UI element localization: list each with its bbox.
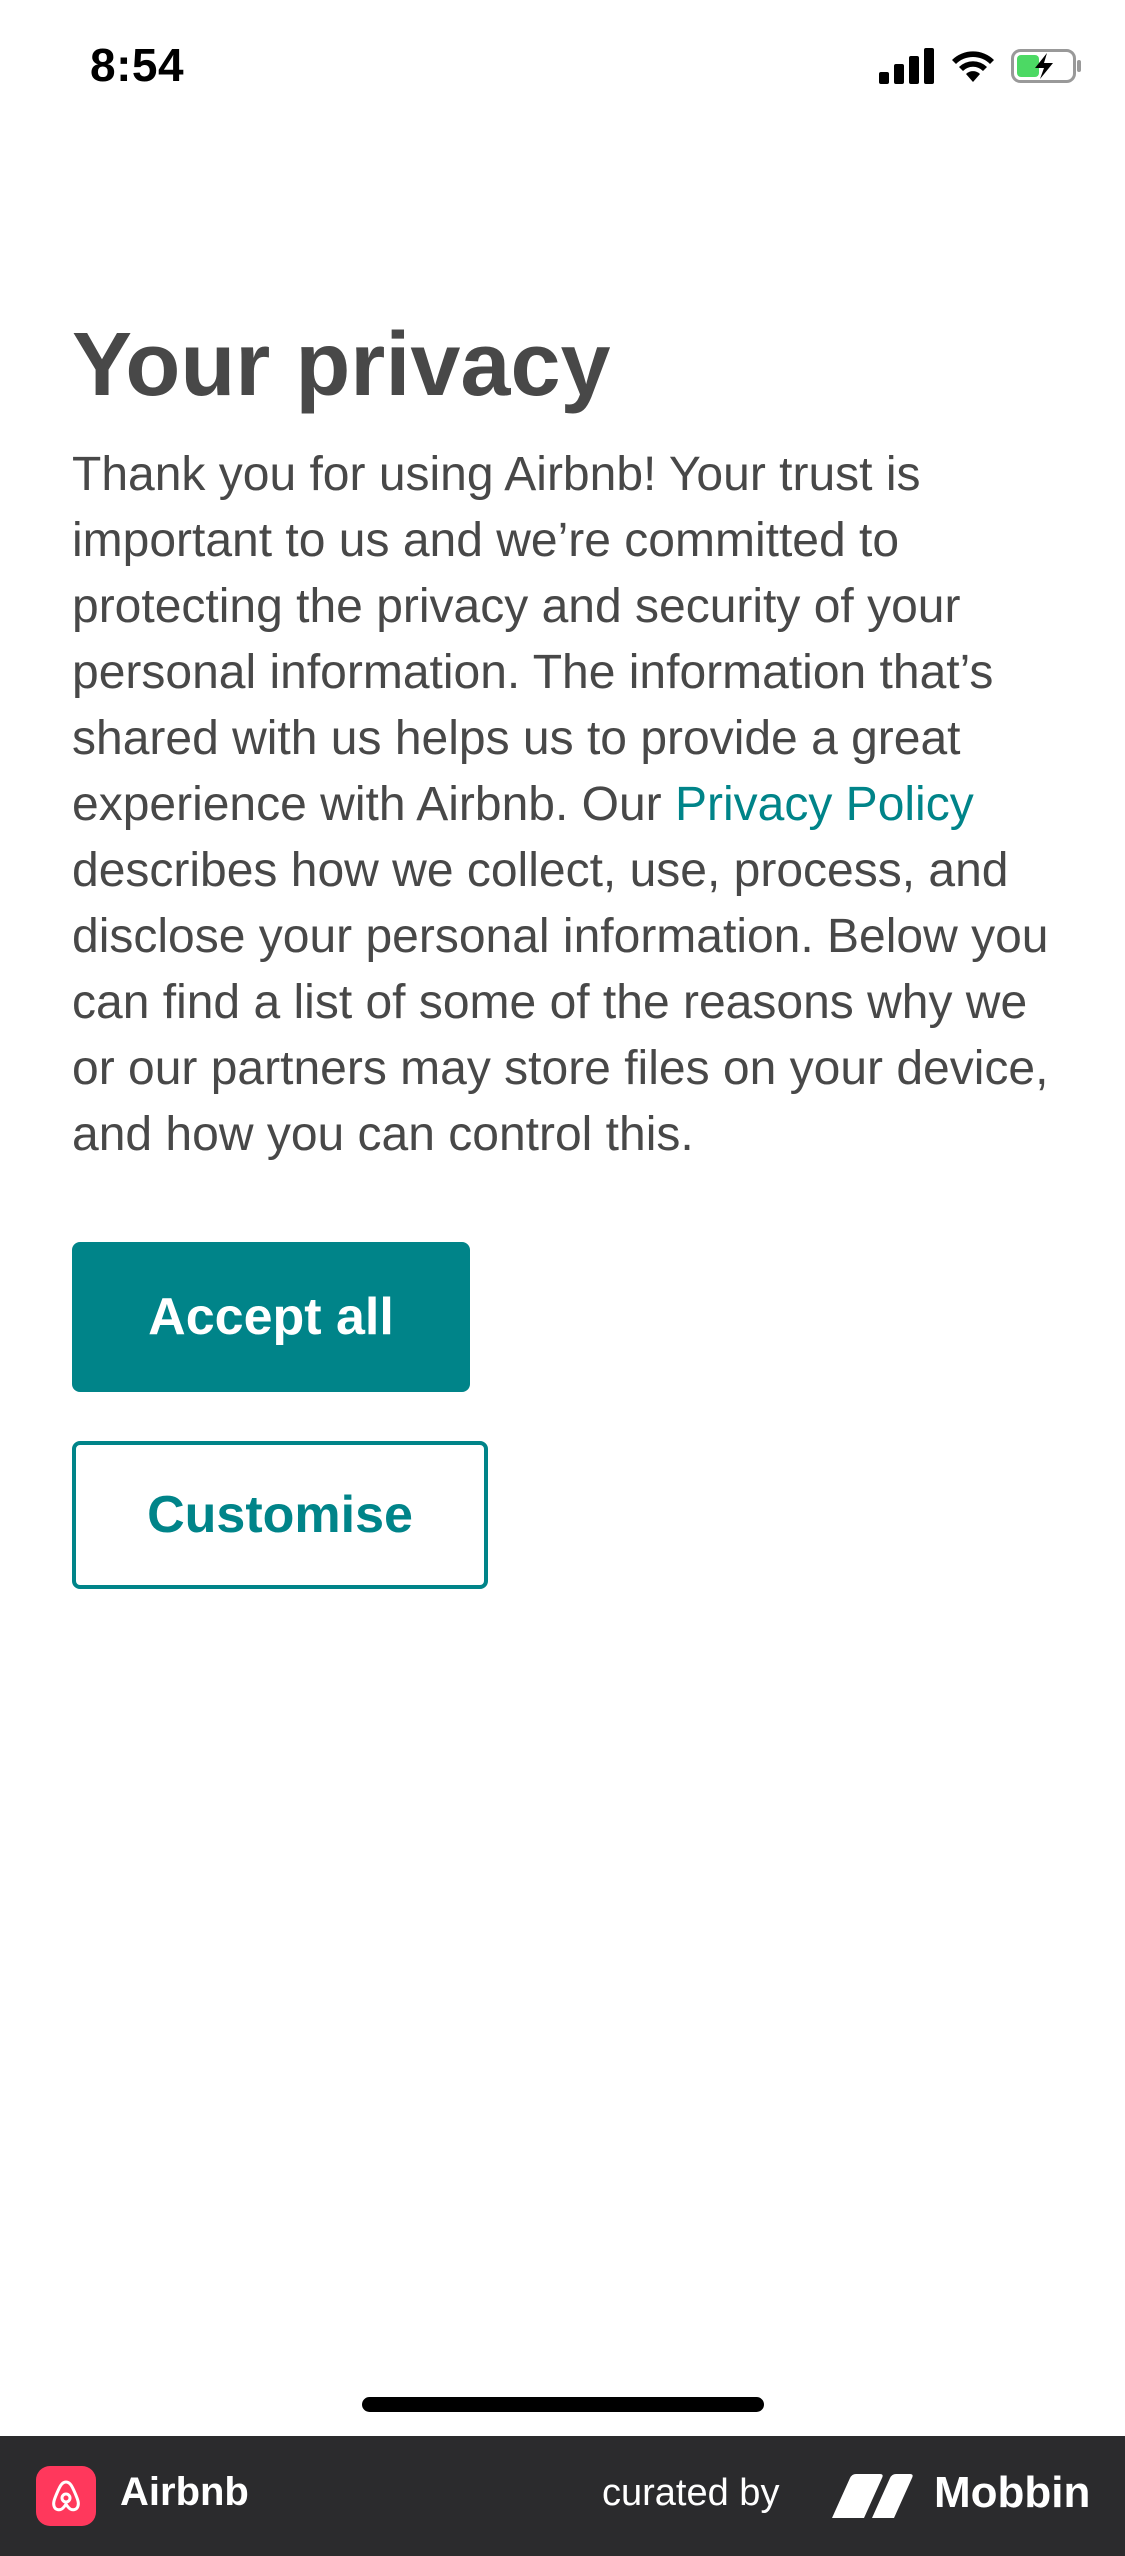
airbnb-logo-icon xyxy=(36,2466,96,2526)
customise-button[interactable]: Customise xyxy=(72,1441,488,1589)
status-time: 8:54 xyxy=(90,39,185,91)
description-text-end: describes how we collect, use, process, … xyxy=(72,844,1049,1161)
wifi-icon xyxy=(949,48,997,89)
mobbin-logo-icon xyxy=(832,2474,918,2518)
footer-app-name: Airbnb xyxy=(120,2470,249,2514)
signal-icon xyxy=(879,48,935,89)
privacy-policy-link[interactable]: Privacy Policy xyxy=(675,778,974,831)
footer-bar: Airbnb curated by Mobbin xyxy=(0,2436,1125,2556)
footer-curated-by: curated by xyxy=(602,2472,780,2514)
status-bar: 8:54 xyxy=(0,0,1125,140)
home-indicator xyxy=(362,2397,764,2412)
privacy-description: Thank you for using Airbnb! Your trust i… xyxy=(72,442,1062,1168)
footer-brand: Mobbin xyxy=(934,2468,1091,2517)
page-title: Your privacy xyxy=(72,315,611,415)
battery-charging-icon xyxy=(1011,48,1083,89)
accept-all-button[interactable]: Accept all xyxy=(72,1242,470,1392)
privacy-content: Your privacy Thank you for using Airbnb!… xyxy=(72,310,1062,1168)
status-icons xyxy=(879,48,1083,89)
description-text-start: Thank you for using Airbnb! Your trust i… xyxy=(72,448,994,831)
